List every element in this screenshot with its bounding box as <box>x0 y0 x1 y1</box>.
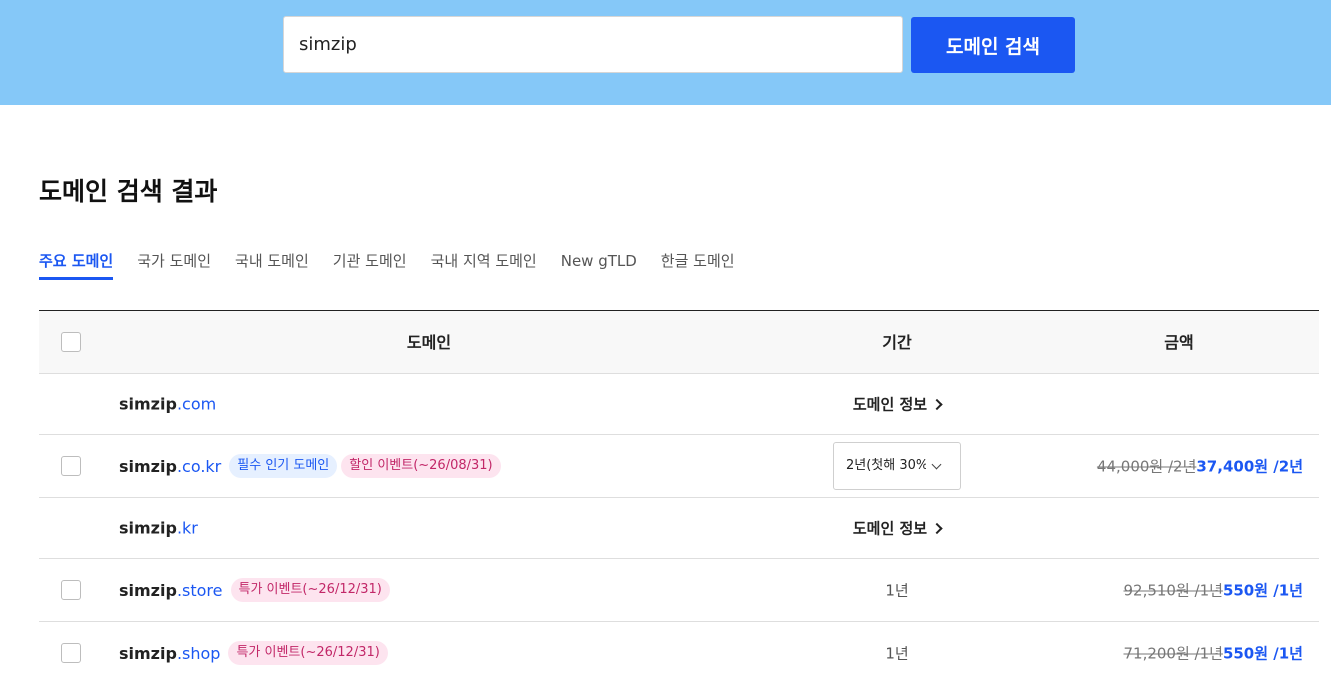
tab-country-domains[interactable]: 국가 도메인 <box>137 250 211 280</box>
domain-name: simzip <box>119 580 177 600</box>
chevron-right-icon <box>931 398 943 411</box>
event-badge: 특가 이벤트(~26/12/31) <box>228 641 388 665</box>
search-input[interactable] <box>283 16 903 73</box>
tab-korean-domains[interactable]: 한글 도메인 <box>661 250 735 280</box>
tab-regional-domains[interactable]: 국내 지역 도메인 <box>431 250 537 280</box>
tab-institution-domains[interactable]: 기관 도메인 <box>333 250 407 280</box>
row-checkbox[interactable] <box>61 580 81 600</box>
domain-tld: .com <box>176 394 217 414</box>
search-banner: 도메인 검색 <box>0 0 1331 105</box>
domain-cell: simzip .shop 특가 이벤트(~26/12/31) <box>119 641 388 665</box>
table-row: simzip .shop 특가 이벤트(~26/12/31) 1년 71,200원… <box>39 622 1319 675</box>
tab-new-gtld[interactable]: New gTLD <box>561 250 637 280</box>
domain-info-link[interactable]: 도메인 정보 <box>817 394 977 415</box>
table-header: 도메인 기간 금액 <box>39 311 1319 374</box>
table-row: simzip .kr 도메인 정보 <box>39 498 1319 559</box>
tab-domestic-domains[interactable]: 국내 도메인 <box>235 250 309 280</box>
domain-results-table: 도메인 기간 금액 simzip .com 도메인 정보 simzip .co.kr… <box>39 310 1319 675</box>
event-badge: 할인 이벤트(~26/08/31) <box>341 454 501 478</box>
discounted-price: 550원 /1년 <box>1222 581 1303 600</box>
domain-name: simzip <box>119 394 177 414</box>
domain-info-link[interactable]: 도메인 정보 <box>817 518 977 539</box>
domain-cell: simzip .co.kr 필수 인기 도메인 할인 이벤트(~26/08/31) <box>119 454 501 478</box>
price-cell: 71,200원 /1년550원 /1년 <box>1123 643 1303 664</box>
domain-cell: simzip .com <box>119 395 220 414</box>
domain-tld: .shop <box>176 643 221 663</box>
row-checkbox[interactable] <box>61 456 81 476</box>
discounted-price: 550원 /1년 <box>1222 644 1303 663</box>
original-price: 71,200원 /1년 <box>1123 644 1223 663</box>
header-price: 금액 <box>1164 333 1194 352</box>
header-period: 기간 <box>882 333 912 352</box>
table-row: simzip .co.kr 필수 인기 도메인 할인 이벤트(~26/08/31)… <box>39 435 1319 498</box>
header-domain: 도메인 <box>406 333 452 352</box>
domain-info-label: 도메인 정보 <box>852 395 928 414</box>
popular-badge: 필수 인기 도메인 <box>229 454 338 478</box>
domain-name: simzip <box>119 456 177 476</box>
period-select[interactable]: 2년(첫해 30% <box>833 442 961 490</box>
chevron-down-icon <box>931 459 942 470</box>
domain-tld: .co.kr <box>176 456 222 476</box>
domain-cell: simzip .kr <box>119 519 202 538</box>
domain-tld: .store <box>176 580 223 600</box>
domain-category-tabs: 주요 도메인 국가 도메인 국내 도메인 기관 도메인 국내 지역 도메인 Ne… <box>39 250 759 282</box>
domain-name: simzip <box>119 643 177 663</box>
domain-cell: simzip .store 특가 이벤트(~26/12/31) <box>119 578 390 602</box>
period-value: 1년 <box>885 644 909 663</box>
period-select-value: 2년(첫해 30% <box>846 458 926 473</box>
table-row: simzip .store 특가 이벤트(~26/12/31) 1년 92,510… <box>39 559 1319 622</box>
select-all-checkbox[interactable] <box>61 332 81 352</box>
discounted-price: 37,400원 /2년 <box>1196 457 1303 476</box>
price-cell: 92,510원 /1년550원 /1년 <box>1123 580 1303 601</box>
original-price: 92,510원 /1년 <box>1123 581 1223 600</box>
domain-search-button[interactable]: 도메인 검색 <box>911 17 1075 73</box>
period-value: 1년 <box>885 581 909 600</box>
price-cell: 44,000원 /2년37,400원 /2년 <box>1097 456 1303 477</box>
domain-name: simzip <box>119 518 177 538</box>
domain-info-label: 도메인 정보 <box>852 519 928 538</box>
domain-tld: .kr <box>176 518 198 538</box>
original-price: 44,000원 /2년 <box>1096 457 1197 476</box>
table-row: simzip .com 도메인 정보 <box>39 374 1319 435</box>
page-title: 도메인 검색 결과 <box>39 177 218 206</box>
event-badge: 특가 이벤트(~26/12/31) <box>230 578 390 602</box>
row-checkbox[interactable] <box>61 643 81 663</box>
tab-major-domains[interactable]: 주요 도메인 <box>39 250 114 280</box>
chevron-right-icon <box>931 522 943 535</box>
